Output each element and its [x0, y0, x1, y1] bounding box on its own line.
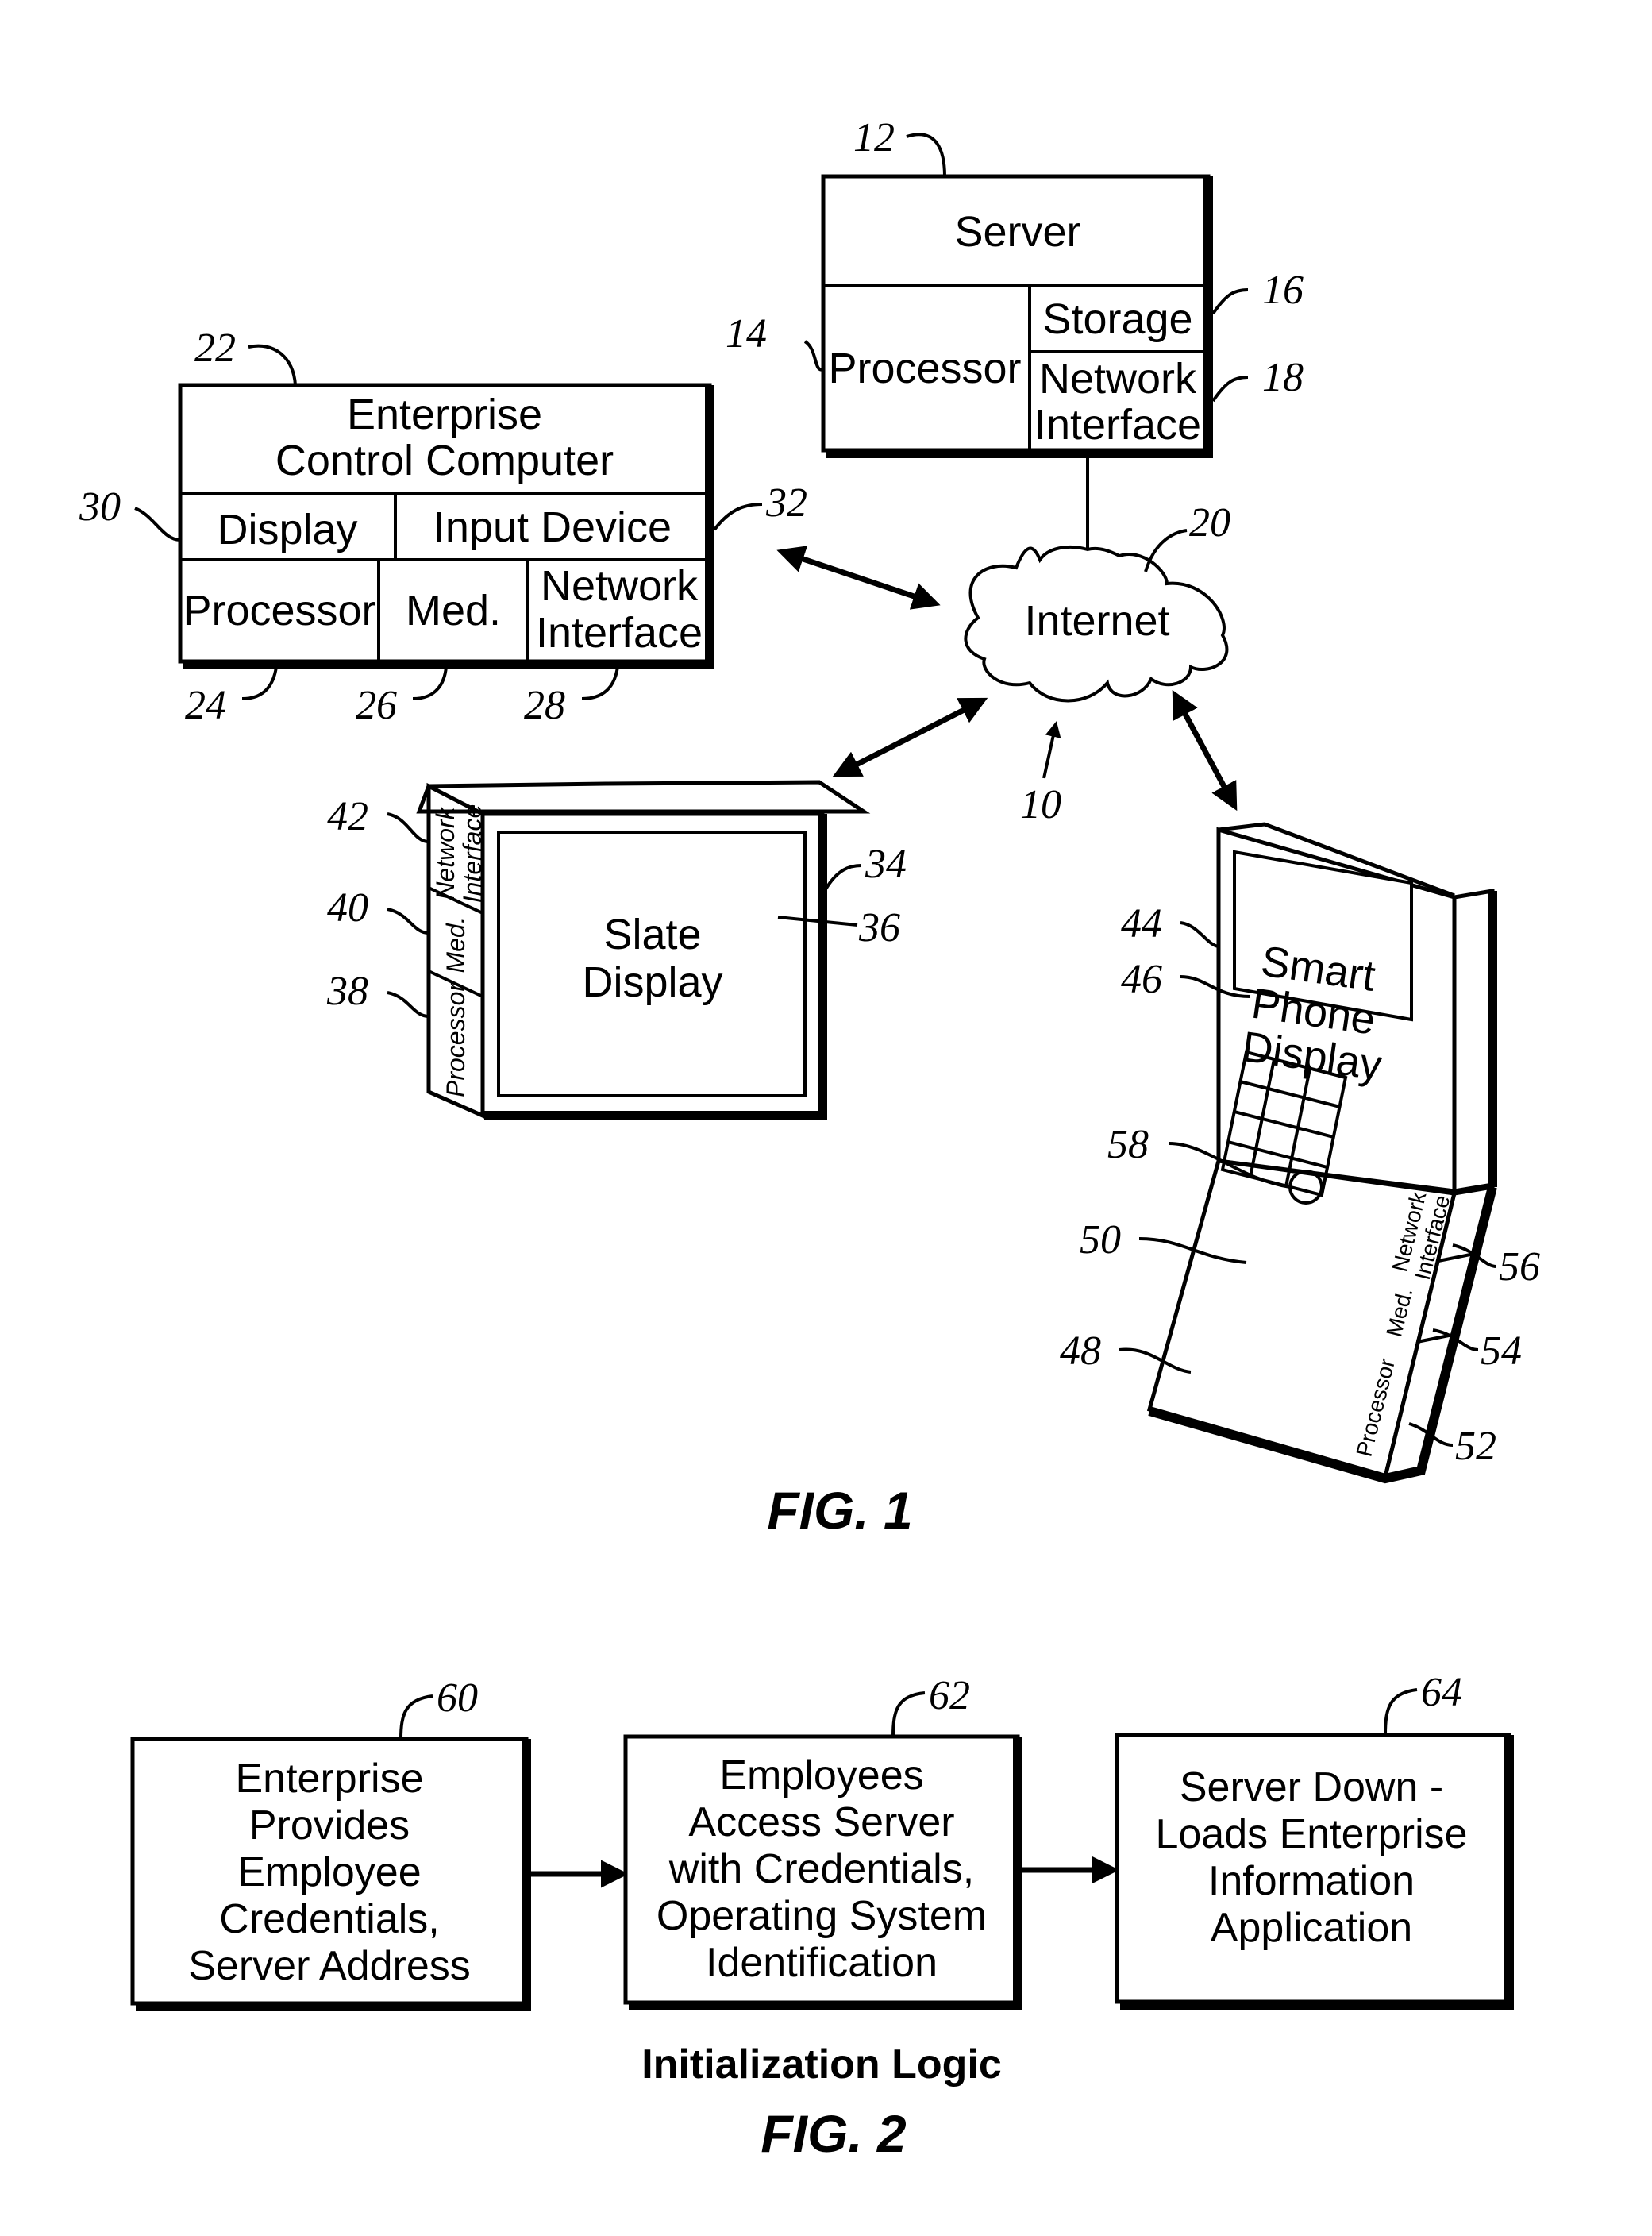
figure-1: Server Processor Storage Network Interfa… [79, 115, 1540, 1540]
flow-step-64: Server Down - Loads Enterprise Informati… [1115, 1670, 1514, 2010]
ref-26: 26 [356, 683, 397, 728]
ref-10: 10 [1020, 782, 1061, 827]
ref-leader-34 [824, 864, 862, 891]
flow-text-line: Information [1208, 1858, 1415, 1904]
ref-leader-24 [241, 666, 278, 700]
ref-30: 30 [79, 484, 121, 530]
server-processor-label: Processor [828, 345, 1021, 392]
ref-14: 14 [726, 311, 767, 357]
ref-52: 52 [1455, 1424, 1496, 1469]
ref-42: 42 [327, 794, 368, 839]
ref-28: 28 [524, 683, 565, 728]
ref-leader-30 [134, 507, 181, 542]
ref-20: 20 [1189, 500, 1230, 546]
enterprise-input-device-label: Input Device [433, 503, 672, 551]
phone-lid-side [1452, 889, 1495, 1193]
ref-leader-26 [412, 666, 448, 700]
flow-text-line: Loads Enterprise [1155, 1811, 1467, 1857]
server-network-label: Network [1039, 355, 1197, 403]
smartphone-device: Smart Phone Display NetworkInterface Med… [1060, 822, 1540, 1484]
flow-step-60: Enterprise Provides Employee Credentials… [130, 1675, 531, 2011]
ref-34: 34 [865, 842, 907, 887]
server-storage-label: Storage [1042, 295, 1192, 343]
flow-text-line: Application [1211, 1905, 1412, 1951]
ref-leader-32 [713, 503, 763, 531]
enterprise-interface-label: Interface [536, 609, 703, 657]
ref-leader-64 [1384, 1688, 1418, 1736]
ref-64: 64 [1421, 1670, 1462, 1715]
slate-display-line2: Display [582, 958, 722, 1006]
flow-text-line: Enterprise [236, 1756, 424, 1802]
ref-leader-16 [1211, 288, 1249, 315]
ref-leader-38 [387, 991, 429, 1018]
slate-network-label: NetworkInterface [431, 804, 487, 904]
flow-text-line: Server Down - [1180, 1764, 1443, 1810]
ref-12: 12 [853, 115, 895, 160]
ref-32: 32 [765, 480, 807, 526]
ref-48: 48 [1060, 1328, 1101, 1374]
ref-44: 44 [1121, 901, 1162, 946]
flow-text-line: Provides [249, 1802, 410, 1849]
ref-leader-28 [581, 666, 619, 700]
patent-drawing-sheet: Server Processor Storage Network Interfa… [79, 115, 1540, 2163]
ref-leader-60 [399, 1694, 433, 1740]
ref-50: 50 [1080, 1217, 1121, 1263]
flow-text-line: Credentials, [219, 1896, 439, 1942]
enterprise-network-label: Network [541, 562, 699, 610]
ref-18: 18 [1262, 355, 1304, 400]
ref-58: 58 [1107, 1122, 1149, 1167]
ref-leader-40 [387, 908, 429, 935]
enterprise-processor-label: Processor [183, 587, 375, 634]
enterprise-display-label: Display [217, 506, 357, 553]
ref-36: 36 [858, 905, 900, 950]
internet-label: Internet [1024, 597, 1169, 645]
arrow-slate-internet [832, 697, 988, 777]
fig1-caption: FIG. 1 [767, 1481, 912, 1540]
ref-46: 46 [1121, 957, 1162, 1002]
ref-40: 40 [327, 885, 368, 931]
slate-processor-label: Processor [441, 982, 470, 1097]
flow-text-line: Access Server [688, 1799, 954, 1845]
flow-text-line: Identification [706, 1940, 938, 1986]
flow-text-line: Server Address [188, 1943, 471, 1989]
ref-leader-10 [1042, 721, 1061, 779]
arrow-enterprise-internet [776, 546, 941, 610]
ref-38: 38 [326, 969, 368, 1014]
server-block: Server Processor Storage Network Interfa… [726, 115, 1304, 458]
ref-16: 16 [1262, 268, 1304, 313]
ref-leader-18 [1211, 376, 1249, 403]
flow-text-line: Employees [719, 1752, 923, 1798]
ref-22: 22 [194, 326, 236, 371]
fig2-caption: FIG. 2 [761, 2104, 907, 2163]
ref-leader-20 [1144, 529, 1188, 572]
internet-cloud: Internet 20 [964, 500, 1230, 703]
ref-62: 62 [929, 1673, 970, 1718]
ref-54: 54 [1481, 1328, 1522, 1374]
ref-leader-14 [803, 340, 824, 372]
ref-leader-44 [1180, 921, 1219, 948]
flow-text-line: Employee [237, 1849, 421, 1895]
arrow-phone-internet [1172, 689, 1238, 812]
enterprise-medium-label: Med. [406, 587, 501, 634]
ref-56: 56 [1499, 1244, 1540, 1290]
enterprise-title-line2: Control Computer [275, 437, 614, 484]
slate-device: Slate Display NetworkInterface Med. Proc… [326, 780, 907, 1120]
flow-text-line: with Credentials, [668, 1846, 974, 1892]
server-interface-label: Interface [1034, 401, 1201, 449]
ref-leader-42 [387, 812, 429, 843]
ref-leader-62 [891, 1691, 926, 1737]
ref-leader-22 [248, 344, 297, 386]
slate-medium-label: Med. [441, 916, 470, 973]
enterprise-computer-block: Enterprise Control Computer Display Inpu… [79, 326, 807, 728]
enterprise-title-line1: Enterprise [347, 391, 542, 438]
flow-text-line: Operating System [657, 1893, 987, 1939]
figure-2: Enterprise Provides Employee Credentials… [130, 1670, 1514, 2163]
ref-24: 24 [185, 683, 226, 728]
server-title: Server [954, 208, 1080, 256]
fig2-title: Initialization Logic [641, 2041, 1002, 2088]
ref-60: 60 [437, 1675, 478, 1721]
ref-leader-12 [906, 133, 946, 177]
flow-step-62: Employees Access Server with Credentials… [623, 1673, 1022, 2010]
slate-display-line1: Slate [603, 911, 701, 958]
